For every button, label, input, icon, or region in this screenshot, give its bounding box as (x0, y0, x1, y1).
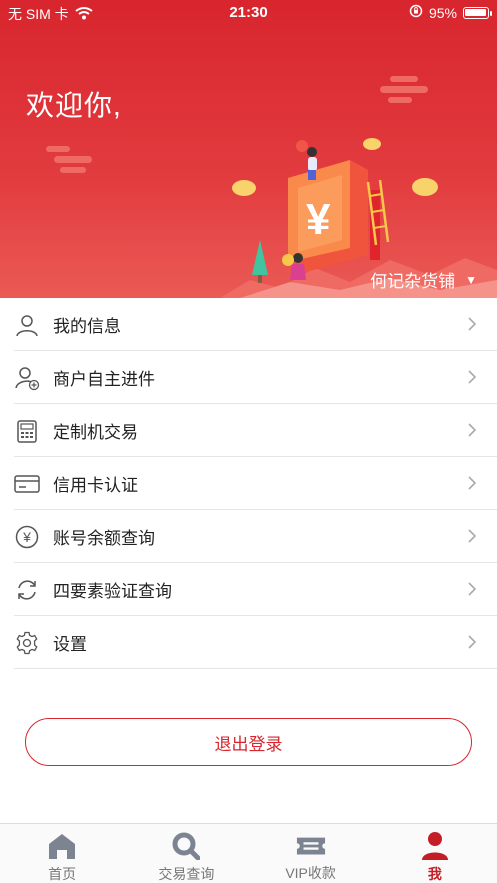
profile-header: 无 SIM 卡 21:30 95% 欢迎你, ¥ 何记杂货铺 ▼ (0, 0, 497, 298)
gear-icon (14, 630, 40, 656)
user-add-icon (14, 365, 40, 391)
ticket-icon (296, 832, 326, 859)
chevron-right-icon (468, 370, 477, 384)
menu-item-label: 设置 (53, 635, 87, 654)
tab-me[interactable]: 我 (373, 824, 497, 883)
menu-item-my-info[interactable]: 我的信息 (0, 298, 497, 351)
svg-text:¥: ¥ (22, 529, 31, 545)
menu-item-label: 定制机交易 (53, 423, 138, 442)
refresh-icon (14, 577, 40, 603)
menu-item-four-factor-verify[interactable]: 四要素验证查询 (0, 563, 497, 616)
person-icon (420, 832, 450, 860)
status-bar: 无 SIM 卡 21:30 95% (0, 0, 497, 26)
decor-cloud-icon (380, 76, 428, 103)
tab-vip-payment[interactable]: VIP收款 (249, 824, 373, 883)
chevron-right-icon (468, 529, 477, 543)
user-icon (14, 312, 40, 338)
bottom-tab-bar: 首页 交易查询 VIP收款 我 (0, 823, 497, 883)
menu-item-label: 四要素验证查询 (53, 582, 172, 601)
menu-item-merchant-onboarding[interactable]: 商户自主进件 (0, 351, 497, 404)
tab-label: 我 (427, 866, 442, 882)
menu-item-balance-query[interactable]: ¥ 账号余额查询 (0, 510, 497, 563)
menu-item-credit-card-auth[interactable]: 信用卡认证 (0, 457, 497, 510)
profile-menu: 我的信息 商户自主进件 定制机交易 信用卡认证 ¥ 账号余额查询 四要素验证查询… (0, 298, 497, 669)
chevron-right-icon (468, 476, 477, 490)
menu-item-settings[interactable]: 设置 (0, 616, 497, 669)
menu-item-label: 账号余额查询 (53, 529, 155, 548)
tab-label: 交易查询 (158, 866, 215, 882)
tab-label: 首页 (48, 866, 77, 882)
tab-home[interactable]: 首页 (0, 824, 124, 883)
chevron-right-icon (468, 317, 477, 331)
yuan-coin-icon: ¥ (14, 524, 40, 550)
merchant-name: 何记杂货铺 (370, 272, 456, 291)
menu-item-label: 信用卡认证 (53, 476, 138, 495)
credit-card-icon (14, 471, 40, 497)
chevron-right-icon (468, 635, 477, 649)
welcome-title: 欢迎你, (26, 90, 122, 121)
rotation-lock-icon (409, 4, 423, 21)
merchant-selector[interactable]: 何记杂货铺 ▼ (370, 267, 477, 292)
menu-item-label: 我的信息 (53, 317, 121, 336)
chevron-right-icon (468, 582, 477, 596)
caret-down-icon: ▼ (465, 272, 477, 287)
logout-button[interactable]: 退出登录 (25, 718, 472, 766)
battery-icon (463, 6, 492, 19)
chevron-right-icon (468, 423, 477, 437)
battery-percent: 95% (428, 4, 457, 21)
svg-text:¥: ¥ (306, 195, 331, 244)
pos-terminal-icon (14, 418, 40, 444)
menu-item-label: 商户自主进件 (53, 370, 155, 389)
menu-item-custom-terminal[interactable]: 定制机交易 (0, 404, 497, 457)
tab-label: VIP收款 (285, 865, 336, 881)
decor-cloud-icon (46, 146, 92, 173)
home-icon (47, 832, 77, 860)
tab-transaction-query[interactable]: 交易查询 (124, 824, 248, 883)
search-icon (171, 832, 201, 860)
